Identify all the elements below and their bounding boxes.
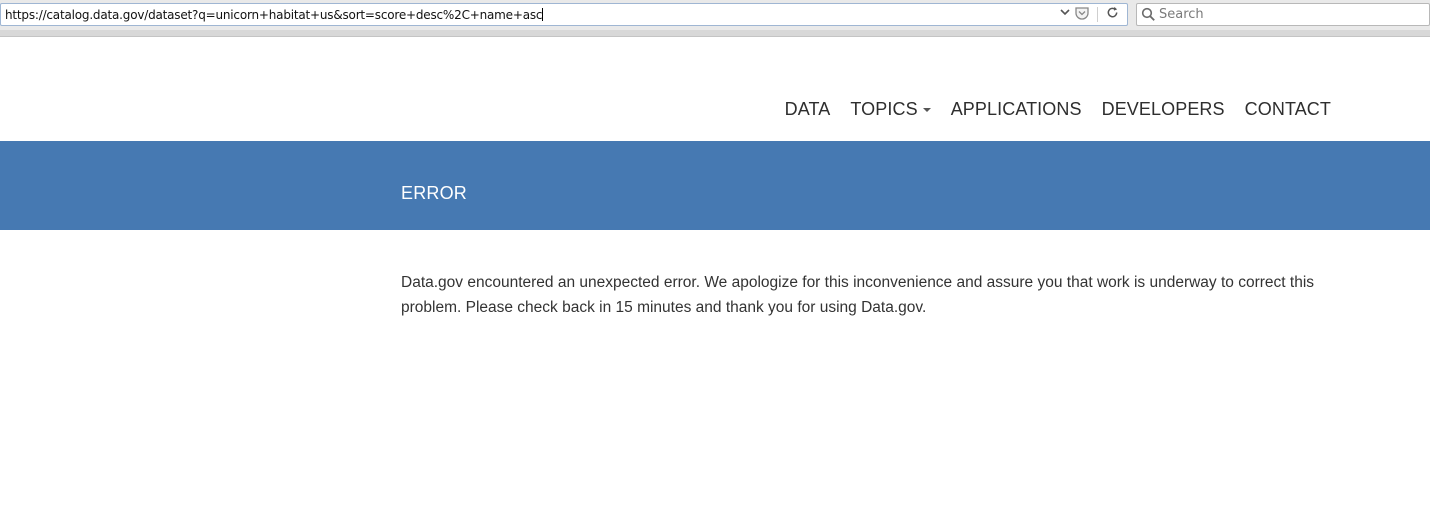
nav-item-applications[interactable]: APPLICATIONS	[951, 99, 1082, 120]
address-bar-text[interactable]: https://catalog.data.gov/dataset?q=unico…	[5, 8, 544, 22]
browser-search-box[interactable]	[1136, 3, 1430, 26]
search-icon	[1141, 7, 1156, 22]
nav-item-data[interactable]: DATA	[785, 99, 831, 120]
page-banner: ERROR	[0, 141, 1430, 230]
toolbar-divider	[1097, 7, 1098, 22]
toolbar-separator	[0, 30, 1430, 37]
nav-item-label[interactable]: DATA	[785, 99, 831, 119]
nav-item-topics[interactable]: TOPICS	[850, 99, 931, 120]
site-header: DATA TOPICS APPLICATIONS DEVELOPERS CONT…	[0, 37, 1430, 141]
url-value[interactable]: https://catalog.data.gov/dataset?q=unico…	[5, 8, 542, 22]
nav-item-developers[interactable]: DEVELOPERS	[1102, 99, 1225, 120]
nav-item-label[interactable]: TOPICS	[850, 99, 917, 119]
chevron-down-icon[interactable]	[1056, 6, 1074, 24]
error-message: Data.gov encountered an unexpected error…	[401, 273, 1315, 316]
nav-item-label[interactable]: APPLICATIONS	[951, 99, 1082, 119]
reload-icon[interactable]	[1103, 6, 1121, 24]
page-title: ERROR	[401, 183, 468, 203]
pocket-icon[interactable]	[1073, 6, 1091, 24]
browser-toolbar: https://catalog.data.gov/dataset?q=unico…	[0, 0, 1430, 31]
nav-item-label[interactable]: CONTACT	[1245, 99, 1331, 119]
address-bar[interactable]: https://catalog.data.gov/dataset?q=unico…	[0, 3, 1128, 26]
text-caret	[542, 8, 544, 21]
nav-item-contact[interactable]: CONTACT	[1245, 99, 1331, 120]
browser-search-input[interactable]	[1159, 5, 1419, 24]
caret-down-icon[interactable]	[922, 108, 931, 112]
main-nav: DATA TOPICS APPLICATIONS DEVELOPERS CONT…	[785, 99, 1331, 120]
nav-item-label[interactable]: DEVELOPERS	[1102, 99, 1225, 119]
